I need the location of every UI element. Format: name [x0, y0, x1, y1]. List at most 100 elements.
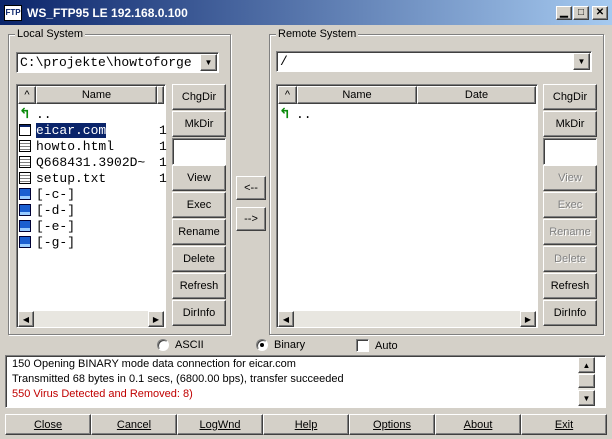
local-sort-header[interactable]: ^ — [18, 86, 36, 104]
local-exec-button[interactable]: Exec — [172, 192, 226, 218]
list-item[interactable]: ↰.. — [19, 106, 163, 122]
local-path-combo[interactable]: C:\projekte\howtoforge ▼ — [16, 52, 219, 73]
html-file-icon — [19, 140, 31, 152]
binary-radio[interactable] — [256, 339, 268, 351]
list-item[interactable]: setup.txt 1 — [19, 170, 167, 186]
scroll-up-icon[interactable]: ▲ — [578, 357, 595, 373]
log-line: 550 Virus Detected and Removed: 8) — [12, 388, 193, 400]
scroll-thumb[interactable] — [578, 374, 595, 388]
local-filter-box[interactable] — [172, 138, 226, 165]
drive-icon — [19, 220, 31, 232]
list-item[interactable]: howto.html 1 — [19, 138, 167, 154]
remote-view-button[interactable]: View — [543, 165, 597, 191]
local-delete-button[interactable]: Delete — [172, 246, 226, 272]
logwnd-button[interactable]: LogWnd — [177, 414, 263, 435]
list-item[interactable]: [-c-] — [19, 186, 163, 202]
close-button[interactable]: Close — [5, 414, 91, 435]
scroll-right-icon[interactable]: ▶ — [520, 311, 536, 327]
drive-icon — [19, 236, 31, 248]
chevron-down-icon[interactable]: ▼ — [573, 53, 590, 70]
file-icon — [19, 156, 31, 168]
list-item[interactable]: Q668431.3902D~ 1 — [19, 154, 167, 170]
about-button[interactable]: About — [435, 414, 521, 435]
remote-exec-button[interactable]: Exec — [543, 192, 597, 218]
local-mkdir-button[interactable]: MkDir — [172, 111, 226, 137]
download-button[interactable]: <-- — [236, 176, 266, 200]
local-dirinfo-button[interactable]: DirInfo — [172, 300, 226, 326]
close-icon: ✕ — [595, 7, 605, 18]
remote-delete-button[interactable]: Delete — [543, 246, 597, 272]
local-name-header[interactable]: Name — [36, 86, 157, 104]
remote-mkdir-button[interactable]: MkDir — [543, 111, 597, 137]
window-title: WS_FTP95 LE 192.168.0.100 — [27, 5, 188, 20]
local-size-header[interactable] — [157, 86, 164, 104]
local-hscrollbar[interactable]: ◀ ▶ — [18, 311, 164, 327]
log-line: 150 Opening BINARY mode data connection … — [12, 358, 296, 370]
list-item[interactable]: ↰.. — [279, 106, 535, 122]
binary-label: Binary — [274, 339, 306, 351]
list-item[interactable]: [-d-] — [19, 202, 163, 218]
exe-file-icon — [19, 124, 31, 136]
list-item[interactable]: eicar.com 1 — [19, 122, 167, 138]
remote-dirinfo-button[interactable]: DirInfo — [543, 300, 597, 326]
list-item[interactable]: [-g-] — [19, 234, 163, 250]
binary-option[interactable]: Binary — [256, 339, 305, 351]
options-button[interactable]: Options — [349, 414, 435, 435]
local-file-list[interactable]: ^ Name ↰.. eicar.com 1 howto.html 1 Q668431.3… — [16, 84, 167, 328]
remote-hscrollbar[interactable]: ◀ ▶ — [278, 311, 536, 327]
scroll-down-icon[interactable]: ▼ — [578, 390, 595, 406]
ascii-label: ASCII — [175, 339, 204, 351]
text-file-icon — [19, 172, 31, 184]
chevron-down-icon[interactable]: ▼ — [200, 54, 217, 71]
remote-chgdir-button[interactable]: ChgDir — [543, 84, 597, 110]
close-window-button[interactable]: ✕ — [592, 6, 608, 20]
cancel-button[interactable]: Cancel — [91, 414, 177, 435]
file-name: [-g-] — [36, 234, 76, 250]
scroll-left-icon[interactable]: ◀ — [18, 311, 34, 327]
log-window[interactable]: 150 Opening BINARY mode data connection … — [5, 355, 606, 408]
file-name: .. — [36, 106, 52, 122]
remote-filter-box[interactable] — [543, 138, 597, 165]
remote-path-value: / — [280, 54, 288, 69]
local-chgdir-button[interactable]: ChgDir — [172, 84, 226, 110]
auto-option[interactable]: Auto — [356, 339, 398, 352]
log-vscrollbar[interactable]: ▲ ▼ — [578, 357, 595, 406]
remote-rename-button[interactable]: Rename — [543, 219, 597, 245]
local-view-button[interactable]: View — [172, 165, 226, 191]
scroll-left-icon[interactable]: ◀ — [278, 311, 294, 327]
up-folder-icon: ↰ — [19, 106, 31, 122]
drive-icon — [19, 204, 31, 216]
file-size: 1 — [159, 154, 167, 170]
file-name: [-d-] — [36, 202, 76, 218]
file-name: [-c-] — [36, 186, 76, 202]
list-item[interactable]: [-e-] — [19, 218, 163, 234]
remote-system-label: Remote System — [276, 28, 359, 40]
maximize-icon: □ — [577, 7, 585, 18]
ascii-radio[interactable] — [157, 339, 169, 351]
exit-button[interactable]: Exit — [521, 414, 607, 435]
file-name: howto.html — [36, 138, 115, 154]
file-size: 1 — [159, 138, 167, 154]
remote-path-combo[interactable]: / ▼ — [276, 51, 592, 72]
local-rename-button[interactable]: Rename — [172, 219, 226, 245]
minimize-icon: ▁ — [560, 7, 568, 18]
file-name: setup.txt — [36, 170, 107, 186]
remote-sort-header[interactable]: ^ — [278, 86, 297, 104]
scroll-right-icon[interactable]: ▶ — [148, 311, 164, 327]
remote-name-header[interactable]: Name — [297, 86, 417, 104]
drive-icon — [19, 188, 31, 200]
maximize-button[interactable]: □ — [573, 6, 589, 20]
title-bar[interactable]: FTP WS_FTP95 LE 192.168.0.100 — [0, 0, 612, 25]
help-button[interactable]: Help — [263, 414, 349, 435]
ascii-option[interactable]: ASCII — [157, 339, 204, 351]
remote-date-header[interactable]: Date — [417, 86, 536, 104]
file-name: .. — [296, 106, 312, 122]
app-icon: FTP — [4, 4, 22, 21]
minimize-button[interactable]: ▁ — [556, 6, 572, 20]
remote-file-list[interactable]: ^ Name Date ↰.. ◀ ▶ — [276, 84, 538, 328]
upload-button[interactable]: --> — [236, 207, 266, 231]
file-size: 1 — [159, 122, 167, 138]
remote-refresh-button[interactable]: Refresh — [543, 273, 597, 299]
local-refresh-button[interactable]: Refresh — [172, 273, 226, 299]
auto-checkbox[interactable] — [356, 339, 369, 352]
